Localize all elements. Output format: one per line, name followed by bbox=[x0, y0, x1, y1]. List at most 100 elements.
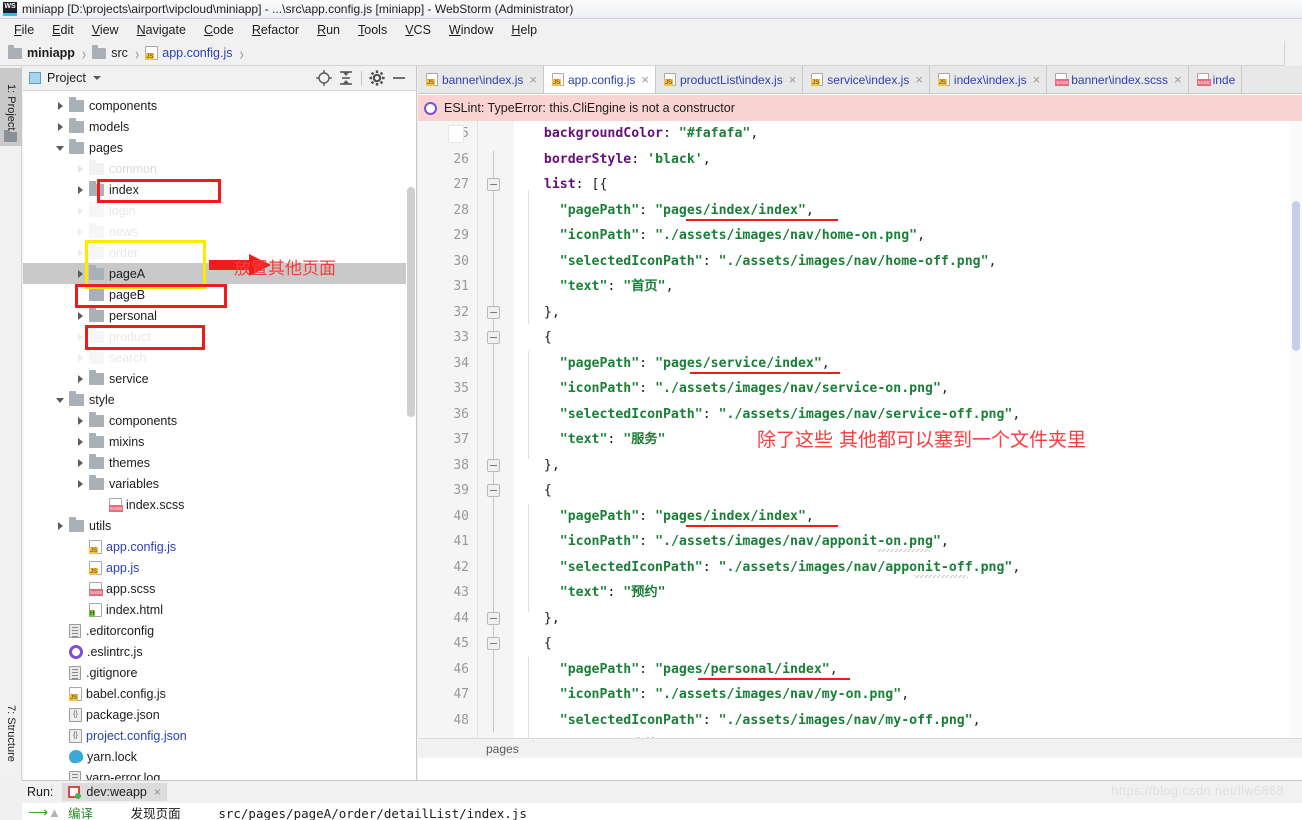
tree-item-product[interactable]: product bbox=[23, 326, 406, 347]
close-icon[interactable]: × bbox=[915, 73, 923, 86]
editor-tab-banner-index-scss[interactable]: banner\index.scss × bbox=[1047, 66, 1189, 93]
tree-item-search[interactable]: search bbox=[23, 347, 406, 368]
menu-item-navigate[interactable]: Navigate bbox=[128, 21, 195, 39]
tree-item--editorconfig[interactable]: .editorconfig bbox=[23, 620, 406, 641]
tree-item-common[interactable]: common bbox=[23, 158, 406, 179]
chevron-down-icon[interactable] bbox=[55, 394, 66, 405]
tree-item-pageb[interactable]: pageB bbox=[23, 284, 406, 305]
menu-item-view[interactable]: View bbox=[83, 21, 128, 39]
tree-item-app-config-js[interactable]: app.config.js bbox=[23, 536, 406, 557]
editor-tab-app-config-js[interactable]: app.config.js × bbox=[543, 66, 656, 93]
fold-toggle-icon[interactable] bbox=[487, 331, 500, 344]
tree-item-models[interactable]: models bbox=[23, 116, 406, 137]
editor-tab-inde[interactable]: inde bbox=[1188, 66, 1243, 93]
scroll-up-icon[interactable]: ▲ bbox=[48, 805, 68, 820]
chevron-right-icon[interactable] bbox=[75, 331, 86, 342]
fold-toggle-icon[interactable] bbox=[487, 484, 500, 497]
tree-item-index-scss[interactable]: index.scss bbox=[23, 494, 406, 515]
chevron-right-icon[interactable] bbox=[75, 163, 86, 174]
chevron-right-icon[interactable] bbox=[75, 247, 86, 258]
chevron-right-icon[interactable] bbox=[75, 373, 86, 384]
tree-item-news[interactable]: news bbox=[23, 221, 406, 242]
fold-toggle-icon[interactable] bbox=[487, 305, 500, 319]
tree-item-login[interactable]: login bbox=[23, 200, 406, 221]
chevron-right-icon[interactable] bbox=[55, 100, 66, 111]
chevron-down-icon[interactable] bbox=[55, 142, 66, 153]
tree-item-components[interactable]: components bbox=[23, 410, 406, 431]
close-icon[interactable]: × bbox=[641, 73, 649, 86]
menu-item-edit[interactable]: Edit bbox=[43, 21, 83, 39]
menu-item-vcs[interactable]: VCS bbox=[396, 21, 440, 39]
chevron-right-icon[interactable] bbox=[75, 205, 86, 216]
tree-item-utils[interactable]: utils bbox=[23, 515, 406, 536]
scrollbar-thumb[interactable] bbox=[1292, 201, 1300, 351]
tree-item-index-html[interactable]: index.html bbox=[23, 599, 406, 620]
menu-item-run[interactable]: Run bbox=[308, 21, 349, 39]
tree-item-style[interactable]: style bbox=[23, 389, 406, 410]
chevron-right-icon[interactable] bbox=[75, 352, 86, 363]
rerun-icon[interactable]: ⟶ bbox=[28, 804, 48, 820]
tree-item-components[interactable]: components bbox=[23, 95, 406, 116]
menu-item-file[interactable]: File bbox=[5, 21, 43, 39]
chevron-right-icon[interactable] bbox=[75, 310, 86, 321]
project-file-tree[interactable]: components models pages common index login new… bbox=[23, 91, 406, 780]
locate-icon[interactable] bbox=[313, 67, 335, 89]
close-icon[interactable]: × bbox=[1033, 73, 1041, 86]
close-icon[interactable]: × bbox=[789, 73, 797, 86]
chevron-right-icon[interactable] bbox=[75, 226, 86, 237]
fold-toggle-icon[interactable] bbox=[487, 178, 500, 191]
menu-item-refactor[interactable]: Refactor bbox=[243, 21, 308, 39]
fold-gutter[interactable] bbox=[478, 121, 514, 738]
tool-window-button-structure[interactable]: 7: Structure bbox=[0, 690, 22, 776]
tree-item-pagea[interactable]: pageA bbox=[23, 263, 406, 284]
tree-item-service[interactable]: service bbox=[23, 368, 406, 389]
tree-item-personal[interactable]: personal bbox=[23, 305, 406, 326]
tree-item-package-json[interactable]: package.json bbox=[23, 704, 406, 725]
editor-tab-service-index-js[interactable]: service\index.js × bbox=[803, 66, 930, 93]
chevron-right-icon[interactable] bbox=[75, 184, 86, 195]
tree-item-order[interactable]: order bbox=[23, 242, 406, 263]
menu-item-code[interactable]: Code bbox=[195, 21, 243, 39]
editor-bottom-breadcrumb[interactable]: pages bbox=[418, 738, 1302, 758]
breadcrumb-item-miniapp[interactable]: miniapp bbox=[8, 44, 75, 60]
gear-icon[interactable] bbox=[366, 67, 388, 89]
collapse-all-icon[interactable] bbox=[335, 67, 357, 89]
tree-item-variables[interactable]: variables bbox=[23, 473, 406, 494]
scrollbar-thumb[interactable] bbox=[407, 187, 415, 417]
chevron-right-icon[interactable] bbox=[75, 436, 86, 447]
tree-item-index[interactable]: index bbox=[23, 179, 406, 200]
fold-toggle-icon[interactable] bbox=[487, 637, 500, 650]
editor-tab-banner-index-js[interactable]: banner\index.js × bbox=[418, 66, 544, 93]
tree-item-app-scss[interactable]: app.scss bbox=[23, 578, 406, 599]
editor-tab-index-index-js[interactable]: index\index.js × bbox=[929, 66, 1048, 93]
chevron-right-icon[interactable] bbox=[75, 415, 86, 426]
tree-item--gitignore[interactable]: .gitignore bbox=[23, 662, 406, 683]
tree-item-app-js[interactable]: app.js bbox=[23, 557, 406, 578]
hide-panel-icon[interactable] bbox=[388, 67, 410, 89]
close-icon[interactable]: × bbox=[1174, 73, 1182, 86]
chevron-right-icon[interactable] bbox=[55, 520, 66, 531]
tree-item-themes[interactable]: themes bbox=[23, 452, 406, 473]
chevron-right-icon[interactable] bbox=[75, 457, 86, 468]
menu-item-window[interactable]: Window bbox=[440, 21, 502, 39]
fold-toggle-icon[interactable] bbox=[487, 611, 500, 625]
breadcrumb-item-appconfig[interactable]: app.config.js bbox=[145, 46, 232, 60]
chevron-right-icon[interactable] bbox=[55, 121, 66, 132]
menu-item-tools[interactable]: Tools bbox=[349, 21, 396, 39]
chevron-down-icon[interactable] bbox=[92, 76, 101, 80]
tree-item-pages[interactable]: pages bbox=[23, 137, 406, 158]
project-panel-scrollbar[interactable] bbox=[406, 91, 416, 780]
tree-item-project-config-json[interactable]: project.config.json bbox=[23, 725, 406, 746]
chevron-right-icon[interactable] bbox=[75, 478, 86, 489]
chevron-right-icon[interactable] bbox=[75, 268, 86, 279]
tree-item-babel-config-js[interactable]: babel.config.js bbox=[23, 683, 406, 704]
close-icon[interactable]: × bbox=[529, 73, 537, 86]
editor-tab-productlist-index-js[interactable]: productList\index.js × bbox=[655, 66, 804, 93]
close-icon[interactable]: × bbox=[154, 785, 161, 799]
tree-item-yarn-error-log[interactable]: yarn-error.log bbox=[23, 767, 406, 780]
tree-item-yarn-lock[interactable]: yarn.lock bbox=[23, 746, 406, 767]
editor-scrollbar[interactable] bbox=[1290, 121, 1302, 738]
menu-item-help[interactable]: Help bbox=[502, 21, 546, 39]
tree-item-mixins[interactable]: mixins bbox=[23, 431, 406, 452]
run-configuration-tab[interactable]: dev:weapp × bbox=[62, 783, 167, 801]
